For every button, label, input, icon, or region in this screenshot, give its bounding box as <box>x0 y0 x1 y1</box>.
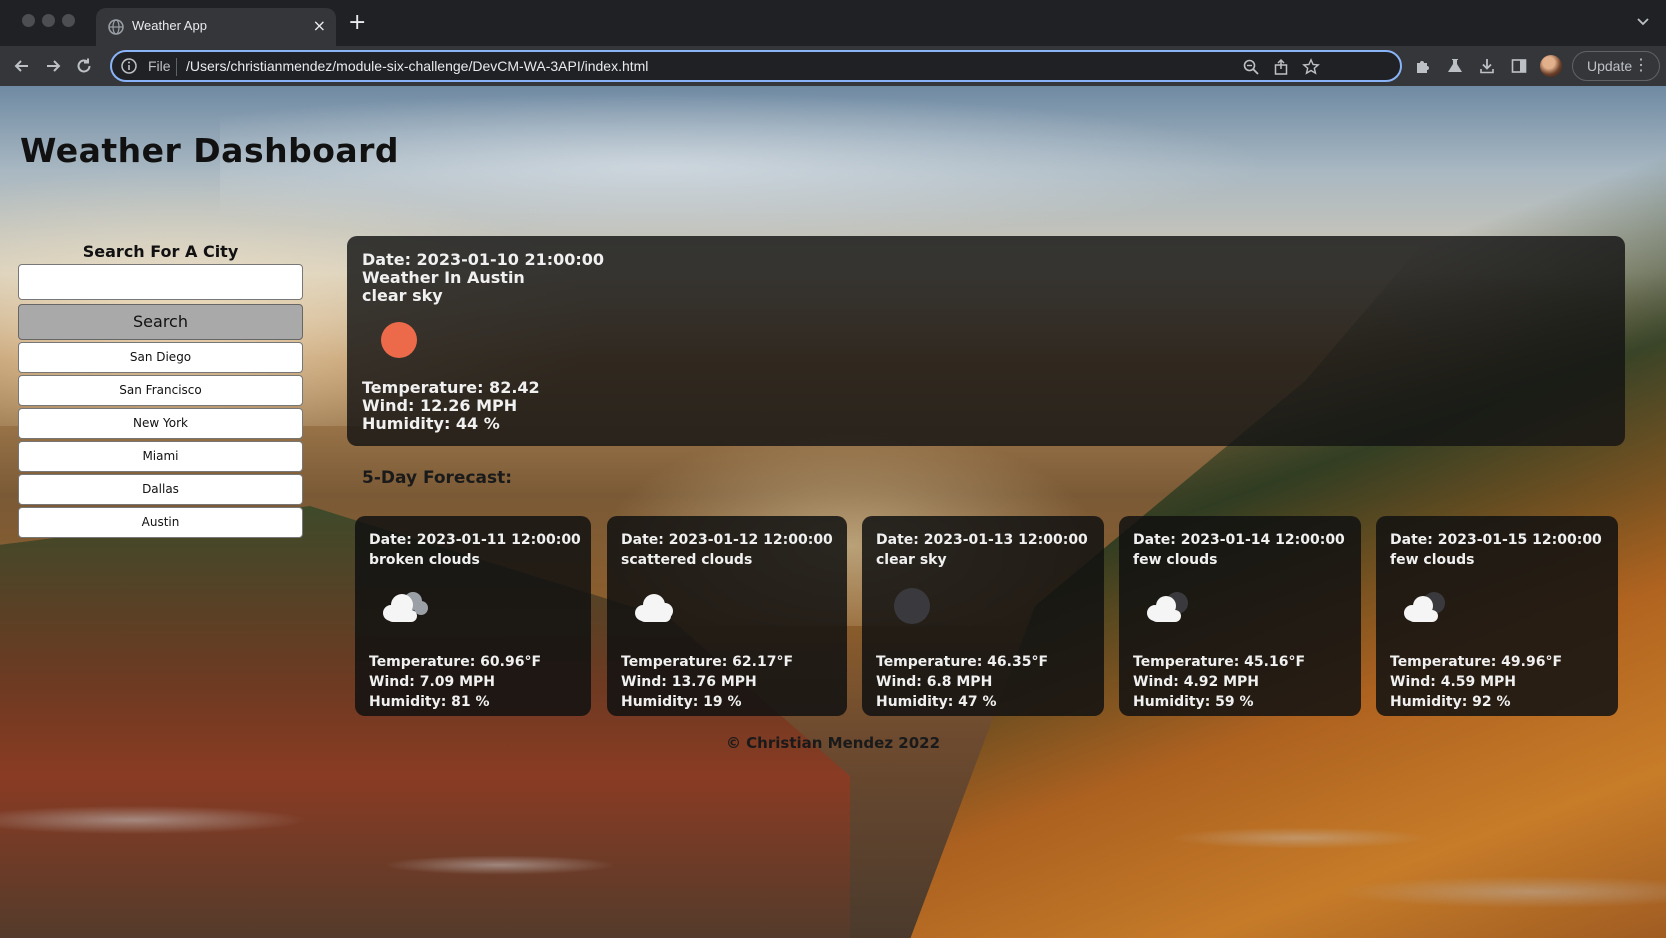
forecast-card: Date: 2023-01-14 12:00:00 few clouds Tem… <box>1119 516 1361 716</box>
sidepanel-icon[interactable] <box>1510 57 1528 75</box>
forecast-humidity: Humidity: 47 % <box>876 694 997 710</box>
close-tab-icon[interactable]: × <box>313 16 326 36</box>
zoom-icon[interactable] <box>1242 58 1260 76</box>
forecast-card: Date: 2023-01-12 12:00:00 scattered clou… <box>607 516 847 716</box>
address-scheme-label: File <box>148 58 171 74</box>
forecast-wind: Wind: 4.92 MPH <box>1133 674 1260 690</box>
avatar[interactable] <box>1540 55 1562 77</box>
labs-icon[interactable] <box>1446 57 1464 75</box>
forecast-card: Date: 2023-01-11 12:00:00 broken clouds … <box>355 516 591 716</box>
broken-clouds-icon <box>383 592 428 622</box>
sun-icon <box>381 322 417 358</box>
forecast-humidity: Humidity: 81 % <box>369 694 490 710</box>
page-title: Weather Dashboard <box>20 131 400 170</box>
forecast-description: scattered clouds <box>621 552 753 568</box>
forecast-humidity: Humidity: 19 % <box>621 694 742 710</box>
search-button[interactable]: Search <box>18 304 303 340</box>
current-weather-card: Date: 2023-01-10 21:00:00 Weather In Aus… <box>347 236 1625 446</box>
forecast-date: Date: 2023-01-15 12:00:00 <box>1390 532 1602 548</box>
background-rocks <box>0 766 1666 938</box>
window-minimize-button[interactable] <box>42 14 55 27</box>
forecast-wind: Wind: 7.09 MPH <box>369 674 496 690</box>
forecast-temperature: Temperature: 45.16°F <box>1133 654 1306 670</box>
current-city: Weather In Austin <box>362 268 525 287</box>
forecast-wind: Wind: 6.8 MPH <box>876 674 993 690</box>
few-clouds-icon <box>1147 592 1188 622</box>
forecast-temperature: Temperature: 49.96°F <box>1390 654 1563 670</box>
forecast-date: Date: 2023-01-13 12:00:00 <box>876 532 1088 548</box>
window-close-button[interactable] <box>22 14 35 27</box>
back-icon[interactable] <box>12 56 32 76</box>
forecast-humidity: Humidity: 92 % <box>1390 694 1511 710</box>
forecast-date: Date: 2023-01-14 12:00:00 <box>1133 532 1345 548</box>
browser-tab-strip: Weather App × + <box>0 0 1666 46</box>
history-city-button[interactable]: Dallas <box>18 474 303 505</box>
current-description: clear sky <box>362 286 443 305</box>
forecast-wind: Wind: 13.76 MPH <box>621 674 757 690</box>
history-city-button[interactable]: San Francisco <box>18 375 303 406</box>
history-city-button[interactable]: Austin <box>18 507 303 538</box>
forecast-description: clear sky <box>876 552 947 568</box>
clear-sky-night-icon <box>894 588 930 624</box>
forecast-date: Date: 2023-01-12 12:00:00 <box>621 532 833 548</box>
update-label: Update <box>1587 58 1633 74</box>
history-city-button[interactable]: Miami <box>18 441 303 472</box>
chevron-down-icon[interactable] <box>1636 14 1650 28</box>
search-history-list: San Diego San Francisco New York Miami D… <box>18 342 303 540</box>
browser-toolbar: File /Users/christianmendez/module-six-c… <box>0 46 1666 86</box>
download-icon[interactable] <box>1478 57 1496 75</box>
menu-icon[interactable]: ⋮ <box>1633 55 1649 75</box>
current-humidity: Humidity: 44 % <box>362 414 500 433</box>
extensions-icon[interactable] <box>1414 57 1432 75</box>
address-url[interactable]: /Users/christianmendez/module-six-challe… <box>186 58 648 74</box>
forecast-temperature: Temperature: 60.96°F <box>369 654 542 670</box>
globe-icon <box>108 19 124 35</box>
browser-tab[interactable]: Weather App × <box>96 8 336 46</box>
reload-icon[interactable] <box>74 56 94 76</box>
footer: © Christian Mendez 2022 <box>0 734 1666 752</box>
forecast-card: Date: 2023-01-13 12:00:00 clear sky Temp… <box>862 516 1104 716</box>
forward-icon[interactable] <box>43 56 63 76</box>
history-city-button[interactable]: San Diego <box>18 342 303 373</box>
star-icon[interactable] <box>1302 58 1320 76</box>
current-temperature: Temperature: 82.42 <box>362 378 540 397</box>
tab-title: Weather App <box>132 18 207 33</box>
search-label: Search For A City <box>82 242 239 261</box>
forecast-description: few clouds <box>1133 552 1218 568</box>
forecast-temperature: Temperature: 46.35°F <box>876 654 1049 670</box>
city-search-input[interactable] <box>18 264 303 300</box>
info-icon[interactable] <box>120 57 138 75</box>
forecast-title: 5-Day Forecast: <box>362 468 513 488</box>
forecast-description: few clouds <box>1390 552 1475 568</box>
window-maximize-button[interactable] <box>62 14 75 27</box>
update-button[interactable]: Update ⋮ <box>1572 51 1660 81</box>
share-icon[interactable] <box>1272 58 1290 76</box>
address-divider <box>176 58 177 76</box>
current-wind: Wind: 12.26 MPH <box>362 396 518 415</box>
forecast-date: Date: 2023-01-11 12:00:00 <box>369 532 581 548</box>
forecast-card: Date: 2023-01-15 12:00:00 few clouds Tem… <box>1376 516 1618 716</box>
new-tab-button[interactable]: + <box>348 9 366 37</box>
footer-copyright: © Christian Mendez 2022 <box>725 734 941 752</box>
current-date: Date: 2023-01-10 21:00:00 <box>362 250 605 269</box>
page-viewport: Weather Dashboard Search For A City Sear… <box>0 86 1666 938</box>
forecast-temperature: Temperature: 62.17°F <box>621 654 794 670</box>
few-clouds-icon <box>1404 592 1445 622</box>
forecast-description: broken clouds <box>369 552 480 568</box>
scattered-clouds-icon <box>635 594 673 622</box>
history-city-button[interactable]: New York <box>18 408 303 439</box>
forecast-wind: Wind: 4.59 MPH <box>1390 674 1517 690</box>
forecast-humidity: Humidity: 59 % <box>1133 694 1254 710</box>
address-bar[interactable]: File /Users/christianmendez/module-six-c… <box>110 50 1402 82</box>
